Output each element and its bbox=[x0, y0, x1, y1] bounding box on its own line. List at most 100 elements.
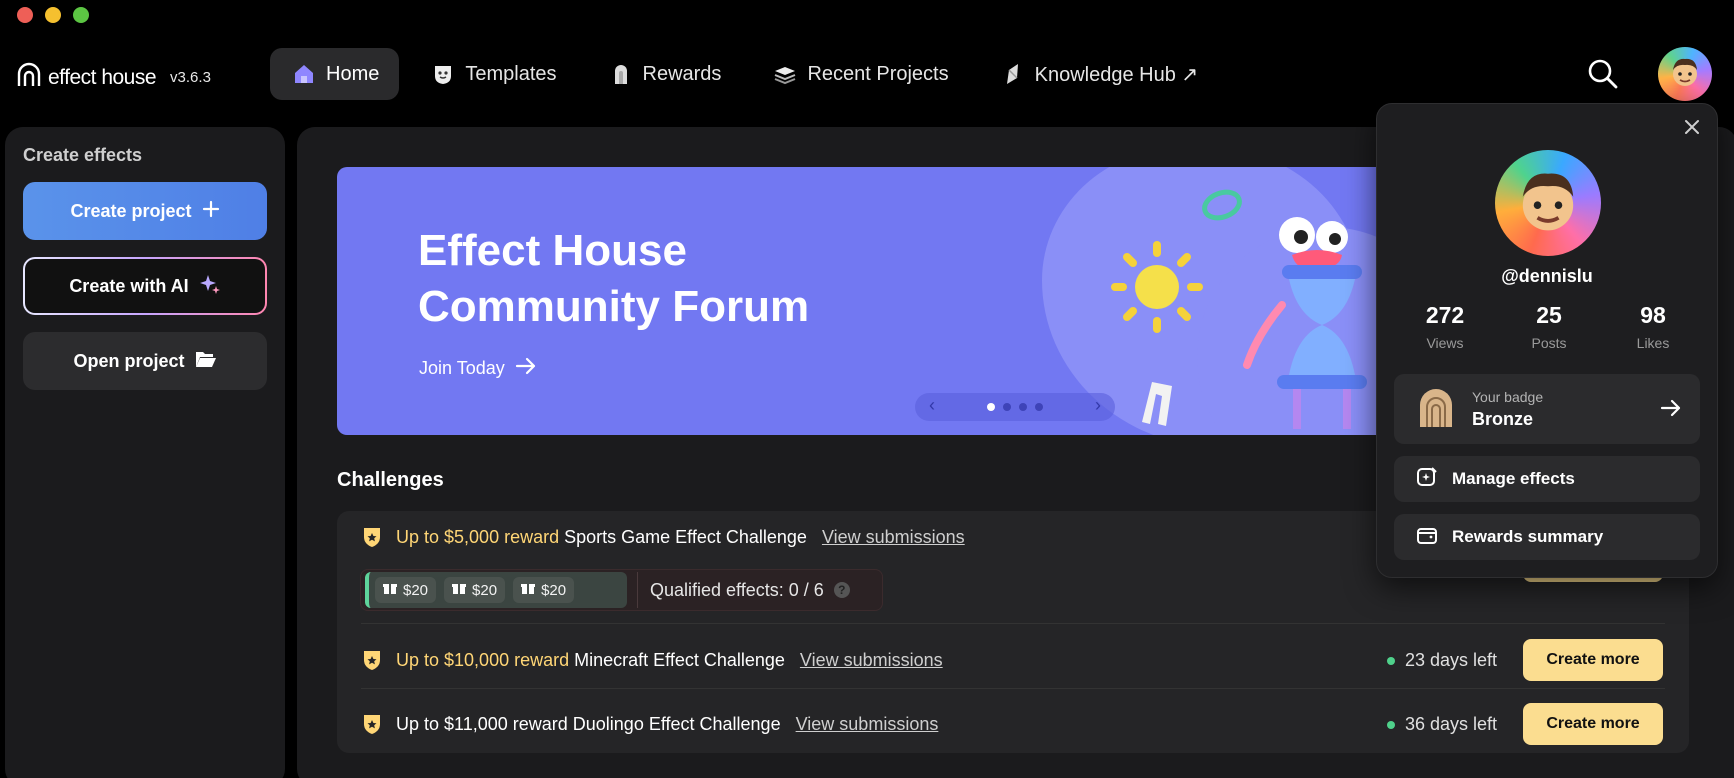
search-button[interactable] bbox=[1585, 56, 1621, 92]
divider bbox=[361, 623, 1665, 624]
recent-projects-icon bbox=[773, 62, 797, 86]
view-submissions-link[interactable]: View submissions bbox=[796, 714, 939, 734]
banner-title: Effect House Community Forum bbox=[418, 223, 809, 335]
gift-icon bbox=[383, 581, 397, 599]
shield-badge-icon bbox=[362, 649, 382, 676]
minimize-window-button[interactable] bbox=[45, 7, 61, 23]
prize-amount: $20 bbox=[541, 581, 567, 599]
app-version: v3.6.3 bbox=[170, 69, 211, 86]
carousel-next-button[interactable]: › bbox=[1095, 395, 1101, 416]
close-icon bbox=[1681, 120, 1703, 142]
prize-pill: $20 bbox=[513, 577, 575, 603]
nav-templates-label: Templates bbox=[465, 62, 557, 85]
stat-posts: 25 Posts bbox=[1513, 302, 1585, 351]
bronze-badge-icon bbox=[1416, 389, 1456, 429]
stat-views: 272 Views bbox=[1409, 302, 1481, 351]
avatar-icon bbox=[1506, 159, 1590, 248]
window-controls bbox=[17, 7, 89, 23]
profile-popover: @dennislu 272 Views 25 Posts 98 Likes Your … bbox=[1376, 103, 1718, 578]
main-nav: Home Templates Rewards Recent Projects K… bbox=[270, 48, 1218, 100]
challenge-name: Sports Game Effect Challenge bbox=[564, 527, 807, 547]
join-today-link[interactable]: Join Today bbox=[419, 357, 537, 380]
divider bbox=[637, 572, 638, 608]
nav-recent-projects[interactable]: Recent Projects bbox=[751, 48, 968, 100]
carousel-dot[interactable] bbox=[1003, 403, 1011, 411]
nav-home[interactable]: Home bbox=[270, 48, 400, 100]
brand[interactable]: effect house v3.6.3 bbox=[16, 62, 211, 93]
nav-home-label: Home bbox=[326, 62, 380, 85]
stat-value: 98 bbox=[1640, 302, 1666, 328]
nav-knowledge-hub[interactable]: Knowledge Hub ↗ bbox=[979, 48, 1219, 100]
stat-label: Views bbox=[1426, 335, 1464, 351]
reward-progress-bar: $20 $20 $20 Qualified effects: 0 / 6 ? bbox=[360, 569, 883, 611]
challenge-name: Up to $11,000 reward Duolingo Effect Cha… bbox=[396, 714, 781, 734]
create-project-button[interactable]: Create project bbox=[23, 182, 267, 240]
reward-prize-track: $20 $20 $20 bbox=[365, 572, 627, 608]
nav-templates[interactable]: Templates bbox=[409, 48, 576, 100]
profile-username: @dennislu bbox=[1501, 266, 1593, 286]
nav-rewards[interactable]: Rewards bbox=[587, 48, 742, 100]
rewards-summary-button[interactable]: Rewards summary bbox=[1394, 514, 1700, 560]
manage-effects-button[interactable]: Manage effects bbox=[1394, 456, 1700, 502]
knowledge-hub-icon bbox=[1001, 62, 1025, 86]
rewards-summary-label: Rewards summary bbox=[1452, 527, 1604, 546]
stat-label: Likes bbox=[1636, 335, 1670, 351]
view-submissions-link[interactable]: View submissions bbox=[822, 527, 965, 547]
nav-knowledge-hub-label: Knowledge Hub ↗ bbox=[1034, 63, 1199, 86]
create-effects-title: Create effects bbox=[23, 145, 143, 165]
banner-title-line1: Effect House bbox=[418, 226, 687, 275]
banner-carousel-controls: ‹ › bbox=[915, 393, 1115, 421]
stat-value: 25 bbox=[1536, 302, 1562, 328]
folder-open-icon bbox=[195, 349, 217, 374]
nav-rewards-label: Rewards bbox=[642, 62, 722, 85]
days-left: 23 days left bbox=[1387, 650, 1497, 671]
manage-effects-icon bbox=[1416, 466, 1438, 493]
days-left-label: 23 days left bbox=[1405, 650, 1498, 670]
magnet-decoration-icon bbox=[1132, 372, 1192, 435]
help-icon[interactable]: ? bbox=[833, 582, 850, 598]
badge-caption: Your badge bbox=[1472, 388, 1544, 405]
create-more-button[interactable]: Create more bbox=[1523, 639, 1663, 681]
manage-effects-label: Manage effects bbox=[1452, 469, 1575, 488]
status-dot-icon bbox=[1387, 656, 1395, 665]
close-window-button[interactable] bbox=[17, 7, 33, 23]
profile-stats: 272 Views 25 Posts 98 Likes bbox=[1409, 302, 1689, 351]
challenge-row: Up to $10,000 reward Minecraft Effect Ch… bbox=[337, 639, 1689, 681]
templates-icon bbox=[431, 62, 455, 86]
create-with-ai-button[interactable]: Create with AI bbox=[23, 257, 267, 315]
open-project-button[interactable]: Open project bbox=[23, 332, 267, 390]
sun-icon bbox=[1107, 237, 1207, 342]
stat-label: Posts bbox=[1531, 335, 1567, 351]
challenges-title: Challenges bbox=[337, 469, 444, 491]
wallet-icon bbox=[1416, 525, 1438, 550]
brand-name: effect house bbox=[48, 65, 157, 89]
maximize-window-button[interactable] bbox=[73, 7, 89, 23]
user-avatar-button[interactable] bbox=[1658, 47, 1712, 101]
challenge-text: Up to $10,000 reward Minecraft Effect Ch… bbox=[396, 650, 943, 671]
prize-amount: $20 bbox=[403, 581, 429, 599]
challenge-row: Up to $11,000 reward Duolingo Effect Cha… bbox=[337, 703, 1689, 745]
carousel-dot[interactable] bbox=[1035, 403, 1043, 411]
badge-text: Your badge Bronze bbox=[1472, 389, 1543, 430]
view-submissions-link[interactable]: View submissions bbox=[800, 650, 943, 670]
carousel-prev-button[interactable]: ‹ bbox=[929, 395, 935, 416]
sparkle-icon bbox=[199, 273, 221, 300]
qualified-effects-label: Qualified effects: 0 / 6 bbox=[650, 579, 824, 600]
create-more-button[interactable]: Create more bbox=[1523, 703, 1663, 745]
arrow-right-icon bbox=[1660, 398, 1682, 423]
banner-title-line2: Community Forum bbox=[418, 282, 810, 331]
search-icon bbox=[1585, 59, 1621, 96]
rewards-icon bbox=[609, 62, 633, 86]
badge-level: Bronze bbox=[1472, 408, 1534, 429]
gift-icon bbox=[521, 581, 536, 599]
badge-card[interactable]: Your badge Bronze bbox=[1394, 374, 1700, 444]
days-left-label: 36 days left bbox=[1405, 714, 1498, 734]
open-project-label: Open project bbox=[73, 350, 185, 371]
qualified-effects: Qualified effects: 0 / 6 ? bbox=[650, 580, 850, 601]
close-button[interactable] bbox=[1681, 116, 1703, 138]
prize-pill: $20 bbox=[375, 577, 437, 603]
avatar-icon bbox=[1665, 52, 1705, 97]
carousel-dot[interactable] bbox=[1019, 403, 1027, 411]
carousel-dot[interactable] bbox=[987, 403, 995, 411]
home-icon bbox=[292, 62, 316, 86]
